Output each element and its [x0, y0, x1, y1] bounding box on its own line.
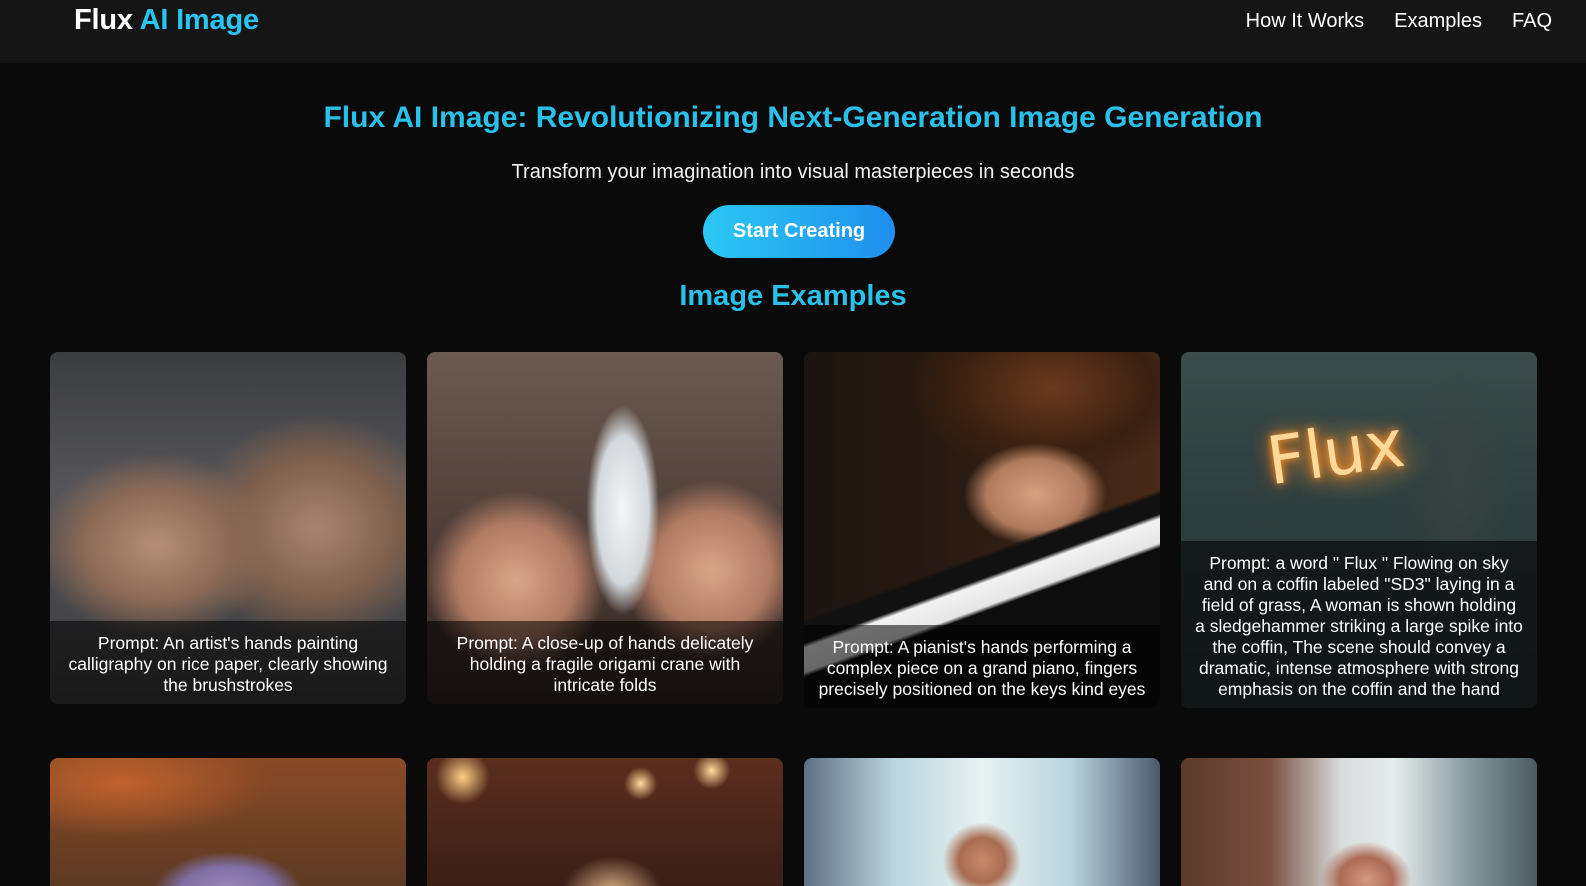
example-card[interactable]: Prompt: A pianist's hands performing a c… — [804, 352, 1160, 708]
nav-link-examples[interactable]: Examples — [1394, 10, 1482, 33]
site-header: Flux AI Image How It Works Examples FAQ — [0, 0, 1586, 63]
hero-subtitle: Transform your imagination into visual m… — [511, 161, 1075, 183]
prompt-caption: Prompt: A pianist's hands performing a c… — [804, 625, 1160, 708]
nav-link-faq[interactable]: FAQ — [1512, 10, 1552, 33]
example-image — [804, 758, 1160, 886]
prompt-caption: Prompt: An artist's hands painting calli… — [50, 621, 406, 704]
prompt-caption: Prompt: A close-up of hands delicately h… — [427, 621, 783, 704]
example-card[interactable] — [1181, 758, 1537, 886]
example-image — [50, 758, 406, 886]
example-card[interactable] — [804, 758, 1160, 886]
main-nav: How It Works Examples FAQ — [1246, 10, 1552, 33]
logo-accent-text: AI Image — [139, 4, 259, 36]
hero-title: Flux AI Image: Revolutionizing Next-Gene… — [323, 101, 1263, 134]
example-image — [1181, 758, 1537, 886]
examples-section-title: Image Examples — [679, 280, 907, 312]
site-logo[interactable]: Flux AI Image — [74, 4, 259, 37]
example-card[interactable]: Prompt: An artist's hands painting calli… — [50, 352, 406, 704]
prompt-caption: Prompt: a word " Flux " Flowing on sky a… — [1181, 541, 1537, 708]
example-card[interactable] — [427, 758, 783, 886]
example-image — [427, 758, 783, 886]
example-card[interactable]: Prompt: A close-up of hands delicately h… — [427, 352, 783, 704]
start-creating-button[interactable]: Start Creating — [703, 205, 895, 258]
nav-link-how-it-works[interactable]: How It Works — [1246, 10, 1365, 33]
flux-glow-text: Flux — [1262, 404, 1409, 501]
example-card[interactable]: Flux Prompt: a word " Flux " Flowing on … — [1181, 352, 1537, 708]
example-card[interactable] — [50, 758, 406, 886]
logo-main-text: Flux — [74, 4, 133, 36]
